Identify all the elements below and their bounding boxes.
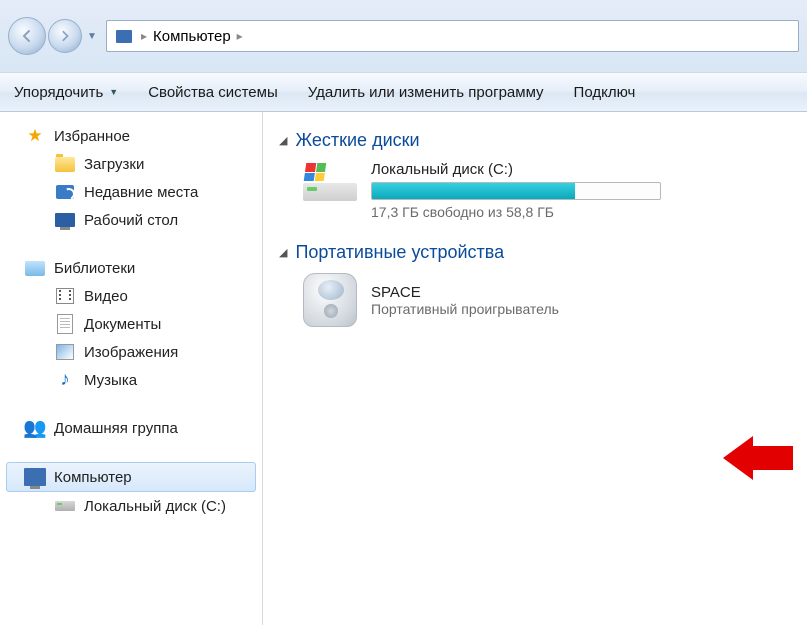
drive-icon	[54, 495, 76, 517]
capacity-bar	[371, 182, 661, 200]
sidebar-item-label: Изображения	[84, 344, 178, 361]
sidebar-desktop[interactable]: Рабочий стол	[0, 206, 262, 234]
sidebar-item-label: Загрузки	[84, 156, 144, 173]
content-pane: ◢ Жесткие диски Локальный диск (C:) 17,3…	[263, 112, 807, 625]
hard-drives-header[interactable]: ◢ Жесткие диски	[279, 130, 793, 151]
sidebar-computer[interactable]: Компьютер	[6, 462, 256, 492]
homegroup-group: 👥 Домашняя группа	[0, 414, 262, 442]
computer-group: Компьютер Локальный диск (C:)	[0, 462, 262, 520]
local-disk-c-item[interactable]: Локальный диск (C:) 17,3 ГБ свободно из …	[303, 161, 793, 220]
forward-button[interactable]	[48, 19, 82, 53]
address-bar[interactable]: ▸ Компьютер ▸	[106, 20, 799, 52]
sidebar-item-label: Недавние места	[84, 184, 198, 201]
section-title: Жесткие диски	[295, 130, 419, 151]
sidebar-item-label: Библиотеки	[54, 260, 135, 277]
pictures-icon	[54, 341, 76, 363]
sidebar-item-label: Документы	[84, 316, 161, 333]
portable-player-icon	[303, 273, 357, 327]
section-title: Портативные устройства	[295, 242, 504, 263]
device-type: Портативный проигрыватель	[371, 301, 559, 317]
device-name: SPACE	[371, 284, 559, 301]
back-button[interactable]	[8, 17, 46, 55]
sidebar-pictures[interactable]: Изображения	[0, 338, 262, 366]
sidebar-documents[interactable]: Документы	[0, 310, 262, 338]
breadcrumb-separator[interactable]: ▸	[237, 29, 243, 43]
recent-icon	[54, 181, 76, 203]
toolbar-label: Свойства системы	[148, 84, 278, 101]
folder-icon	[54, 153, 76, 175]
uninstall-change-program-button[interactable]: Удалить или изменить программу	[308, 84, 544, 101]
navigation-pane: ★ Избранное Загрузки Недавние места Рабо…	[0, 112, 263, 625]
music-icon: ♪	[54, 369, 76, 391]
drive-info: Локальный диск (C:) 17,3 ГБ свободно из …	[371, 161, 793, 220]
annotation-red-arrow	[723, 436, 793, 480]
collapse-icon: ◢	[279, 246, 287, 259]
sidebar-homegroup[interactable]: 👥 Домашняя группа	[0, 414, 262, 442]
computer-icon	[113, 25, 135, 47]
sidebar-item-label: Компьютер	[54, 469, 132, 486]
homegroup-icon: 👥	[24, 417, 46, 439]
device-info: SPACE Портативный проигрыватель	[371, 284, 559, 317]
document-icon	[54, 313, 76, 335]
sidebar-item-label: Локальный диск (C:)	[84, 498, 226, 515]
nav-history-dropdown[interactable]: ▼	[84, 17, 100, 55]
computer-icon	[24, 466, 46, 488]
favorites-group: ★ Избранное Загрузки Недавние места Рабо…	[0, 122, 262, 234]
address-bar-area: ▼ ▸ Компьютер ▸	[0, 0, 807, 72]
sidebar-item-label: Музыка	[84, 372, 137, 389]
toolbar-label: Удалить или изменить программу	[308, 84, 544, 101]
system-properties-button[interactable]: Свойства системы	[148, 84, 278, 101]
toolbar-label: Подключ	[574, 84, 636, 101]
sidebar-recent-places[interactable]: Недавние места	[0, 178, 262, 206]
sidebar-downloads[interactable]: Загрузки	[0, 150, 262, 178]
video-icon	[54, 285, 76, 307]
connect-drive-button[interactable]: Подключ	[574, 84, 636, 101]
sidebar-item-label: Рабочий стол	[84, 212, 178, 229]
collapse-icon: ◢	[279, 134, 287, 147]
libraries-icon	[24, 257, 46, 279]
breadcrumb-separator: ▸	[141, 29, 147, 43]
toolbar: Упорядочить ▼ Свойства системы Удалить и…	[0, 72, 807, 112]
sidebar-item-label: Избранное	[54, 128, 130, 145]
breadcrumb-root[interactable]: Компьютер	[153, 28, 231, 45]
sidebar-favorites[interactable]: ★ Избранное	[0, 122, 262, 150]
portable-devices-header[interactable]: ◢ Портативные устройства	[279, 242, 793, 263]
toolbar-label: Упорядочить	[14, 84, 103, 101]
star-icon: ★	[24, 125, 46, 147]
sidebar-item-label: Домашняя группа	[54, 420, 178, 437]
organize-menu[interactable]: Упорядочить ▼	[14, 84, 118, 101]
nav-buttons: ▼	[8, 17, 100, 55]
sidebar-libraries[interactable]: Библиотеки	[0, 254, 262, 282]
chevron-down-icon: ▼	[109, 87, 118, 97]
sidebar-local-disk-c[interactable]: Локальный диск (C:)	[0, 492, 262, 520]
portable-device-space[interactable]: SPACE Портативный проигрыватель	[303, 273, 793, 327]
drive-free-space: 17,3 ГБ свободно из 58,8 ГБ	[371, 204, 793, 220]
drive-name: Локальный диск (C:)	[371, 161, 793, 178]
desktop-icon	[54, 209, 76, 231]
capacity-fill	[372, 183, 575, 199]
sidebar-item-label: Видео	[84, 288, 128, 305]
hard-drive-icon	[303, 161, 357, 205]
sidebar-music[interactable]: ♪ Музыка	[0, 366, 262, 394]
libraries-group: Библиотеки Видео Документы Изображения ♪…	[0, 254, 262, 394]
sidebar-videos[interactable]: Видео	[0, 282, 262, 310]
